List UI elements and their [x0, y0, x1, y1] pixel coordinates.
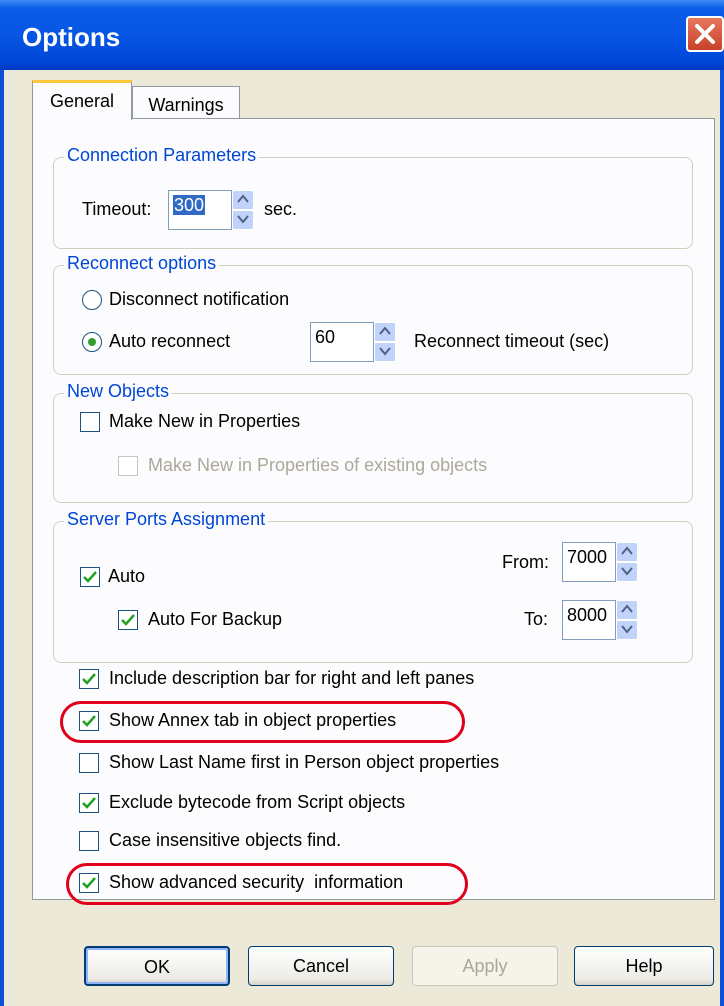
arrow-down-icon: [621, 625, 633, 634]
tab-warnings[interactable]: Warnings: [132, 86, 240, 118]
checkmark-icon: [82, 715, 96, 727]
show-last-name-first-checkbox[interactable]: [79, 753, 99, 773]
ok-button-label: OK: [143, 957, 170, 977]
include-description-bar-checkbox[interactable]: [79, 669, 99, 689]
arrow-up-icon: [621, 604, 633, 613]
arrow-up-icon: [379, 326, 391, 335]
arrow-down-icon: [379, 347, 391, 356]
ports-to-value: 8000: [567, 605, 608, 625]
timeout-label: Timeout:: [82, 199, 152, 219]
show-annex-tab-checkbox[interactable]: [79, 711, 99, 731]
help-button-label: Help: [625, 956, 663, 976]
tab-page-general: Connection Parameters Timeout: 300 sec. …: [32, 118, 715, 905]
ports-from-input[interactable]: 7000: [562, 542, 616, 582]
reconnect-options-legend: Reconnect options: [64, 253, 220, 274]
window-title: Options: [22, 22, 121, 52]
arrow-down-icon: [237, 215, 249, 224]
checkmark-icon: [121, 614, 135, 626]
help-button[interactable]: Help: [574, 946, 714, 986]
options-dialog: Options General Warnings Connection Para…: [0, 0, 724, 1006]
reconnect-timeout-value: 60: [315, 327, 336, 347]
timeout-value: 300: [173, 195, 206, 215]
exclude-bytecode-label[interactable]: Exclude bytecode from Script objects: [109, 792, 405, 813]
ok-button[interactable]: OK: [84, 946, 230, 986]
ports-auto-backup-label[interactable]: Auto For Backup: [148, 609, 282, 630]
case-insensitive-find-checkbox[interactable]: [79, 831, 99, 851]
apply-button-label: Apply: [462, 956, 508, 976]
ports-from-value: 7000: [567, 547, 608, 567]
make-new-existing-checkbox[interactable]: [118, 456, 138, 476]
reconnect-timeout-input[interactable]: 60: [310, 322, 374, 362]
connection-parameters-legend: Connection Parameters: [64, 145, 260, 166]
timeout-unit-label: sec.: [264, 199, 298, 219]
ports-auto-label[interactable]: Auto: [108, 566, 145, 587]
apply-button[interactable]: Apply: [412, 946, 558, 986]
title-bar[interactable]: Options: [0, 0, 724, 70]
auto-reconnect-radio[interactable]: [82, 332, 102, 352]
ports-auto-checkbox[interactable]: [80, 567, 100, 587]
ports-from-down-button[interactable]: [616, 562, 638, 582]
ports-to-label: To:: [524, 609, 549, 629]
show-last-name-first-label[interactable]: Show Last Name first in Person object pr…: [109, 752, 499, 773]
make-new-label[interactable]: Make New in Properties: [109, 411, 300, 432]
reconnect-options-group: Reconnect options Disconnect notificatio…: [53, 253, 693, 375]
cancel-button-label: Cancel: [292, 956, 350, 976]
make-new-checkbox[interactable]: [80, 412, 100, 432]
server-ports-group: Server Ports Assignment Auto Auto For Ba…: [53, 509, 693, 663]
exclude-bytecode-checkbox[interactable]: [79, 793, 99, 813]
server-ports-legend: Server Ports Assignment: [64, 509, 269, 530]
ports-auto-backup-checkbox[interactable]: [118, 610, 138, 630]
make-new-existing-label[interactable]: Make New in Properties of existing objec…: [148, 455, 487, 476]
radio-selected-dot: [88, 338, 96, 346]
ports-from-label: From:: [502, 552, 549, 572]
include-description-bar-label[interactable]: Include description bar for right and le…: [109, 668, 474, 689]
tab-general[interactable]: General: [32, 80, 132, 120]
timeout-up-button[interactable]: [232, 190, 254, 210]
arrow-down-icon: [621, 567, 633, 576]
tab-general-label: General: [49, 91, 115, 111]
checkmark-icon: [82, 877, 96, 889]
cancel-button[interactable]: Cancel: [248, 946, 394, 986]
checkmark-icon: [83, 571, 97, 583]
disconnect-notification-radio[interactable]: [82, 290, 102, 310]
checkmark-icon: [82, 673, 96, 685]
reconnect-timeout-up-button[interactable]: [374, 322, 396, 342]
timeout-input[interactable]: 300: [168, 190, 232, 230]
checkmark-icon: [82, 797, 96, 809]
tab-warnings-label: Warnings: [148, 95, 224, 115]
reconnect-timeout-down-button[interactable]: [374, 342, 396, 362]
ports-to-down-button[interactable]: [616, 620, 638, 640]
new-objects-legend: New Objects: [64, 381, 173, 402]
timeout-down-button[interactable]: [232, 210, 254, 230]
arrow-up-icon: [621, 546, 633, 555]
reconnect-timeout-label: Reconnect timeout (sec): [414, 331, 610, 351]
ports-from-up-button[interactable]: [616, 542, 638, 562]
show-annex-tab-label[interactable]: Show Annex tab in object properties: [109, 710, 396, 731]
new-objects-group: New Objects Make New in Properties Make …: [53, 381, 693, 503]
case-insensitive-find-label[interactable]: Case insensitive objects find.: [109, 830, 341, 851]
show-advanced-security-checkbox[interactable]: [79, 873, 99, 893]
ports-to-input[interactable]: 8000: [562, 600, 616, 640]
ports-to-up-button[interactable]: [616, 600, 638, 620]
auto-reconnect-label[interactable]: Auto reconnect: [109, 331, 230, 352]
arrow-up-icon: [237, 194, 249, 203]
close-button[interactable]: [686, 16, 724, 52]
show-advanced-security-label[interactable]: Show advanced security information: [109, 872, 403, 893]
disconnect-notification-label[interactable]: Disconnect notification: [109, 289, 289, 310]
connection-parameters-group: Connection Parameters Timeout: 300 sec.: [53, 145, 693, 249]
